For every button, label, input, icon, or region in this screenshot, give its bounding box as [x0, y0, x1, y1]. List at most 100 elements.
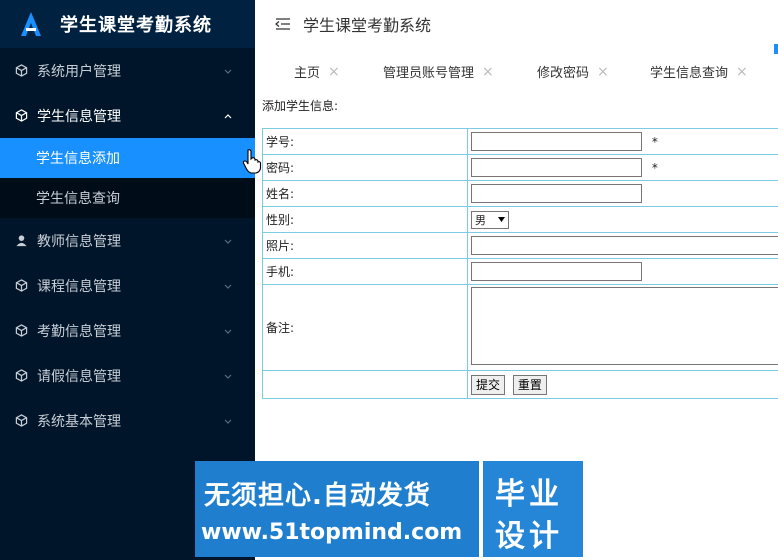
- actions-cell: 提交 重置: [467, 370, 778, 399]
- name-input[interactable]: [471, 184, 642, 203]
- form-row: 性别: 男: [262, 206, 778, 233]
- top-header: 学生课堂考勤系统: [255, 0, 778, 54]
- sidebar-item-student-info[interactable]: 学生信息管理: [0, 93, 255, 138]
- field-label: 手机:: [262, 258, 468, 285]
- field-label: 姓名:: [262, 180, 468, 207]
- password-input[interactable]: [471, 158, 642, 177]
- tab-change-password[interactable]: 修改密码 ×: [537, 62, 609, 82]
- field-label: 学号:: [262, 128, 468, 155]
- tab-home[interactable]: 主页 ×: [294, 62, 340, 82]
- banner-mark-line2: 设计: [495, 519, 563, 554]
- field-cell: *: [467, 128, 778, 155]
- chevron-down-icon: [224, 419, 232, 424]
- cube-icon: [14, 324, 28, 338]
- sidebar-item-label: 系统基本管理: [37, 413, 121, 430]
- sidebar-item-label: 课程信息管理: [37, 278, 121, 295]
- chevron-up-icon: [224, 113, 232, 118]
- cube-icon: [14, 369, 28, 383]
- sidebar-item-label: 学生信息查询: [36, 191, 120, 207]
- sidebar-item-teacher-info[interactable]: 教师信息管理: [0, 218, 255, 263]
- student-no-input[interactable]: [471, 132, 642, 151]
- chevron-down-icon: [224, 284, 232, 289]
- sidebar-item-label: 学生信息管理: [37, 108, 121, 125]
- tab-label: 修改密码: [537, 66, 590, 81]
- sidebar-item-student-query[interactable]: 学生信息查询: [0, 178, 255, 218]
- sidebar-item-label: 学生信息添加: [36, 151, 120, 167]
- logo-icon: [21, 12, 41, 36]
- tab-label: 学生信息查询: [650, 66, 729, 81]
- sidebar-item-label: 考勤信息管理: [37, 323, 121, 340]
- sidebar-item-label: 请假信息管理: [37, 368, 121, 385]
- empty-cell: [262, 370, 468, 399]
- app-page: 学生课堂考勤系统 系统用户管理 学生信息管理 学生信息添加 学生信息查询 教师信…: [0, 0, 778, 560]
- tab-bar: 主页 × 管理员账号管理 × 修改密码 × 学生信息查询 ×: [255, 56, 778, 84]
- mobile-input[interactable]: [471, 262, 642, 281]
- chevron-down-icon: [224, 329, 232, 334]
- form-caption: 添加学生信息:: [262, 99, 339, 113]
- sidebar-item-system-users[interactable]: 系统用户管理: [0, 48, 255, 93]
- field-cell: *: [467, 154, 778, 181]
- field-cell: [467, 232, 778, 259]
- sidebar-item-leave-info[interactable]: 请假信息管理: [0, 353, 255, 398]
- watermark-banner: 无须担心.自动发货 www.51topmind.com 毕业 设计: [195, 461, 583, 557]
- sidebar-item-system-basic[interactable]: 系统基本管理: [0, 398, 255, 443]
- app-title: 学生课堂考勤系统: [60, 15, 212, 36]
- chevron-down-icon: [224, 374, 232, 379]
- field-label: 备注:: [262, 284, 468, 371]
- user-icon: [14, 234, 28, 248]
- add-student-form: 学号: * 密码: * 姓名: 性别: 男 照片: 手机: 备注: 提交 重置: [262, 128, 778, 399]
- cube-icon: [14, 109, 28, 123]
- cube-icon: [14, 414, 28, 428]
- form-actions-row: 提交 重置: [262, 370, 778, 399]
- field-cell: [467, 180, 778, 207]
- tab-label: 主页: [294, 66, 321, 81]
- form-row: 学号: *: [262, 128, 778, 155]
- sidebar-menu: 系统用户管理 学生信息管理 学生信息添加 学生信息查询 教师信息管理 课程信息管…: [0, 48, 255, 443]
- field-label: 照片:: [262, 232, 468, 259]
- tab-label: 管理员账号管理: [383, 66, 475, 81]
- sidebar-item-label: 教师信息管理: [37, 233, 121, 250]
- form-row: 手机:: [262, 258, 778, 285]
- reset-button[interactable]: 重置: [512, 374, 547, 395]
- memo-textarea[interactable]: [471, 287, 778, 365]
- banner-url: www.51topmind.com: [201, 520, 463, 545]
- close-icon[interactable]: ×: [328, 64, 340, 80]
- field-label: 性别:: [262, 206, 468, 233]
- close-icon[interactable]: ×: [597, 64, 609, 80]
- submit-button[interactable]: 提交: [471, 374, 506, 395]
- tab-admin-account[interactable]: 管理员账号管理 ×: [383, 62, 494, 82]
- close-icon[interactable]: ×: [736, 64, 748, 80]
- dropdown-arrow-icon: [498, 217, 505, 222]
- banner-slogan: 无须担心.自动发货: [204, 481, 431, 511]
- banner-right-panel: 毕业 设计: [481, 461, 583, 557]
- banner-left-panel: 无须担心.自动发货 www.51topmind.com: [195, 461, 479, 557]
- form-row: 姓名:: [262, 180, 778, 207]
- field-cell: [467, 284, 778, 371]
- logo-bar: 学生课堂考勤系统: [0, 0, 255, 48]
- sidebar-item-course-info[interactable]: 课程信息管理: [0, 263, 255, 308]
- field-cell: 男: [467, 206, 778, 233]
- form-row: 备注:: [262, 284, 778, 371]
- cube-icon: [14, 279, 28, 293]
- photo-input[interactable]: [471, 236, 778, 255]
- form-row: 照片:: [262, 232, 778, 259]
- close-icon[interactable]: ×: [482, 64, 494, 80]
- cube-icon: [14, 64, 28, 78]
- menu-fold-icon[interactable]: [275, 17, 291, 31]
- field-label: 密码:: [262, 154, 468, 181]
- sidebar-item-student-add[interactable]: 学生信息添加: [0, 138, 255, 178]
- sidebar-item-attendance-info[interactable]: 考勤信息管理: [0, 308, 255, 353]
- gender-select[interactable]: 男: [471, 210, 509, 229]
- scroll-edge-indicator: [774, 44, 778, 54]
- hand-cursor-icon: [242, 149, 262, 174]
- sidebar-item-label: 系统用户管理: [37, 63, 121, 80]
- gender-selected-value: 男: [475, 213, 486, 227]
- tab-student-query[interactable]: 学生信息查询 ×: [650, 62, 748, 82]
- student-info-submenu: 学生信息添加 学生信息查询: [0, 138, 255, 218]
- chevron-down-icon: [224, 69, 232, 74]
- required-mark: *: [651, 160, 658, 175]
- header-title: 学生课堂考勤系统: [303, 16, 432, 35]
- chevron-down-icon: [224, 239, 232, 244]
- field-cell: [467, 258, 778, 285]
- banner-mark-line1: 毕业: [495, 477, 563, 512]
